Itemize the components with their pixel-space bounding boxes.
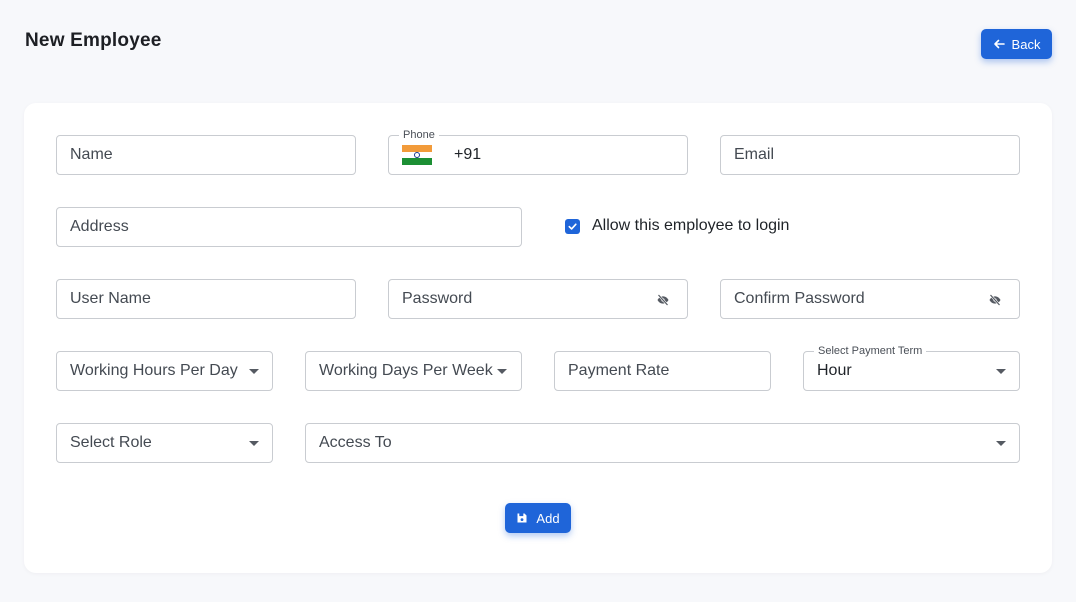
access-to-select[interactable]: Access To <box>305 423 1020 463</box>
address-input[interactable]: Address <box>56 207 522 247</box>
email-placeholder: Email <box>734 146 775 163</box>
caret-down-icon <box>249 369 259 374</box>
phone-value: +91 <box>454 146 482 163</box>
password-placeholder: Password <box>402 290 473 307</box>
working-days-select[interactable]: Working Days Per Week <box>305 351 522 391</box>
arrow-left-icon <box>993 39 1005 49</box>
role-placeholder: Select Role <box>70 434 152 451</box>
name-placeholder: Name <box>70 146 113 163</box>
working-hours-placeholder: Working Hours Per Day <box>70 362 238 379</box>
caret-down-icon <box>249 441 259 446</box>
payment-rate-placeholder: Payment Rate <box>568 362 670 379</box>
name-input[interactable]: Name <box>56 135 356 175</box>
payment-term-select[interactable]: Select Payment Term Hour <box>803 344 1020 391</box>
caret-down-icon <box>996 369 1006 374</box>
phone-label: Phone <box>399 128 439 142</box>
back-button-label: Back <box>1011 36 1041 52</box>
add-button[interactable]: Add <box>505 503 571 533</box>
working-hours-select[interactable]: Working Hours Per Day <box>56 351 273 391</box>
caret-down-icon <box>497 369 507 374</box>
confirm-password-placeholder: Confirm Password <box>734 290 865 307</box>
role-select[interactable]: Select Role <box>56 423 273 463</box>
page-title: New Employee <box>25 30 162 51</box>
username-input[interactable]: User Name <box>56 279 356 319</box>
phone-input[interactable]: Phone +91 <box>388 128 688 175</box>
working-days-placeholder: Working Days Per Week <box>319 362 493 379</box>
check-icon <box>568 222 577 230</box>
payment-term-value: Hour <box>817 362 852 379</box>
back-button[interactable]: Back <box>981 29 1052 59</box>
save-icon <box>517 513 527 523</box>
india-flag-icon[interactable] <box>402 145 432 166</box>
eye-off-icon[interactable] <box>656 293 670 307</box>
add-button-label: Add <box>536 510 560 526</box>
payment-rate-input[interactable]: Payment Rate <box>554 351 771 391</box>
email-input[interactable]: Email <box>720 135 1020 175</box>
eye-off-icon[interactable] <box>988 293 1002 307</box>
payment-term-label: Select Payment Term <box>814 344 927 358</box>
allow-login-checkbox-row[interactable]: Allow this employee to login <box>565 217 789 235</box>
password-input[interactable]: Password <box>388 279 688 319</box>
caret-down-icon <box>996 441 1006 446</box>
allow-login-checkbox[interactable] <box>565 218 580 234</box>
username-placeholder: User Name <box>70 290 151 307</box>
confirm-password-input[interactable]: Confirm Password <box>720 279 1020 319</box>
address-placeholder: Address <box>70 218 129 235</box>
allow-login-label: Allow this employee to login <box>592 217 790 234</box>
access-to-placeholder: Access To <box>319 434 392 451</box>
